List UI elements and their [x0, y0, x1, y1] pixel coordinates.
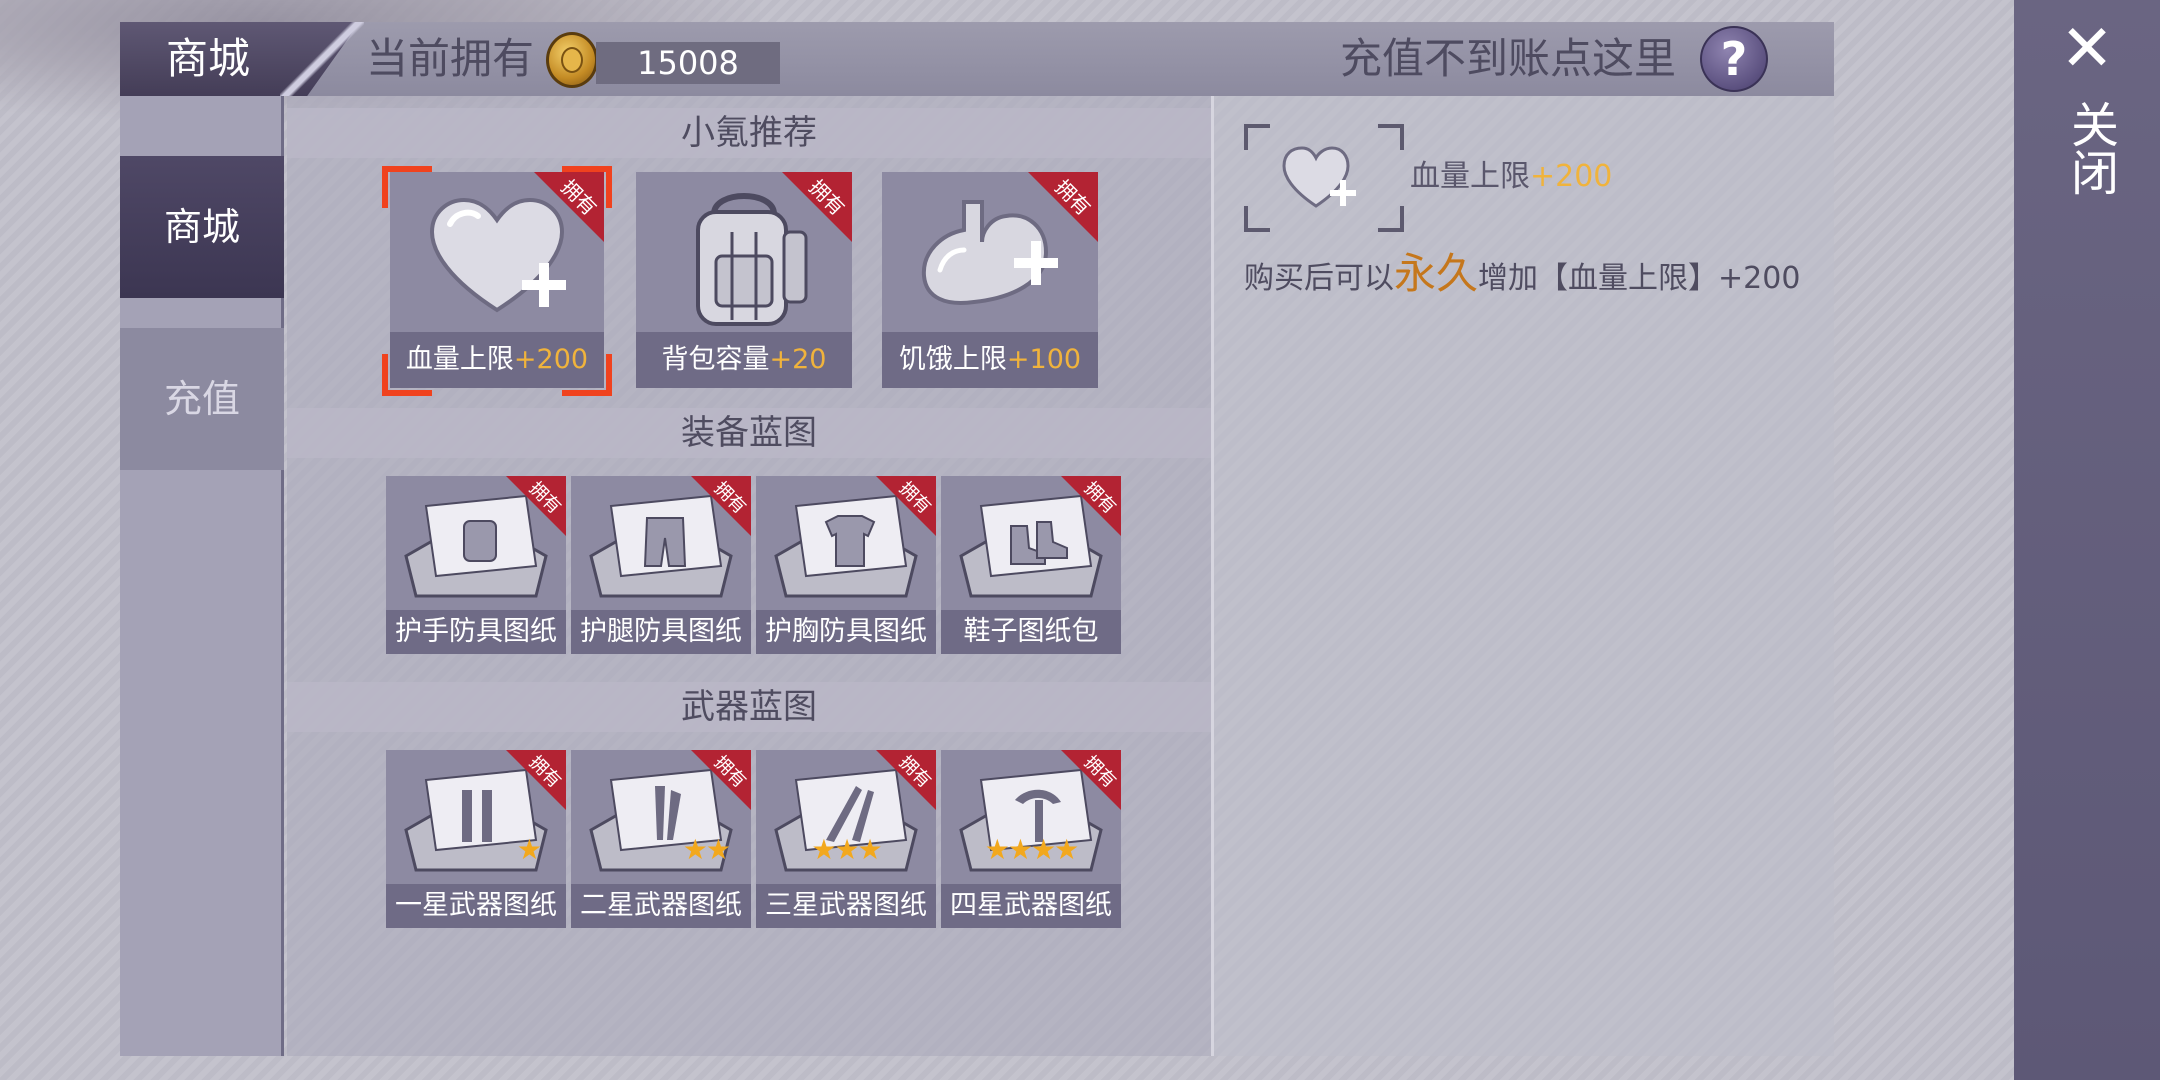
item-label: 护胸防具图纸 — [756, 610, 936, 654]
detail-frame-corner — [1244, 124, 1270, 150]
selection-corner-tl — [382, 166, 432, 208]
recharge-issue-link[interactable]: 充值不到账点这里 — [1340, 30, 1676, 88]
item-label: 护手防具图纸 — [386, 610, 566, 654]
detail-description: 购买后可以永久增加【血量上限】+200 — [1244, 249, 1801, 298]
section-title-weapons: 武器蓝图 — [287, 682, 1211, 732]
shop-item-gloves-blueprint[interactable]: 拥有 护手防具图纸 — [386, 476, 566, 654]
close-button-label[interactable]: 关闭 — [2058, 100, 2118, 196]
star-rating: ★★ — [682, 833, 731, 866]
item-detail-panel — [1214, 96, 1834, 1056]
shop-item-weapon-1star[interactable]: 拥有 ★ 一星武器图纸 — [386, 750, 566, 928]
heart-plus-icon — [1282, 146, 1356, 208]
item-label: 饥饿上限+100 — [882, 332, 1098, 388]
gold-coin-icon — [546, 32, 598, 88]
shop-item-shoes-blueprint[interactable]: 拥有 鞋子图纸包 — [941, 476, 1121, 654]
shop-item-backpack[interactable]: 拥有 背包容量+20 — [636, 172, 852, 388]
item-label: 二星武器图纸 — [571, 884, 751, 928]
section-title-recommend: 小氪推荐 — [287, 108, 1211, 158]
selection-corner-br — [562, 354, 612, 396]
help-button[interactable]: ? — [1700, 26, 1768, 92]
shop-item-weapon-3star[interactable]: 拥有 ★★★ 三星武器图纸 — [756, 750, 936, 928]
selection-corner-bl — [382, 354, 432, 396]
section-title-equipment: 装备蓝图 — [287, 408, 1211, 458]
item-label: 背包容量+20 — [636, 332, 852, 388]
item-label: 一星武器图纸 — [386, 884, 566, 928]
detail-frame-corner — [1378, 124, 1404, 150]
item-label: 四星武器图纸 — [941, 884, 1121, 928]
shop-item-weapon-4star[interactable]: 拥有 ★★★★ 四星武器图纸 — [941, 750, 1121, 928]
close-x-icon[interactable]: ✕ — [2054, 14, 2120, 84]
shop-item-pants-blueprint[interactable]: 拥有 护腿防具图纸 — [571, 476, 751, 654]
coin-amount: 15008 — [596, 42, 780, 84]
detail-frame-corner — [1378, 206, 1404, 232]
detail-item-name: 血量上限+200 — [1410, 159, 1613, 194]
owned-label: 当前拥有 — [366, 34, 535, 83]
star-rating: ★ — [516, 833, 542, 866]
item-label: 鞋子图纸包 — [941, 610, 1121, 654]
shop-item-hunger-limit[interactable]: 拥有 饥饿上限+100 — [882, 172, 1098, 388]
tab-recharge[interactable]: 充值 — [120, 328, 284, 470]
detail-frame-corner — [1244, 206, 1270, 232]
star-rating: ★★★★ — [984, 833, 1079, 866]
shop-item-chest-blueprint[interactable]: 拥有 护胸防具图纸 — [756, 476, 936, 654]
star-rating: ★★★ — [811, 833, 882, 866]
shop-item-weapon-2star[interactable]: 拥有 ★★ 二星武器图纸 — [571, 750, 751, 928]
item-label: 三星武器图纸 — [756, 884, 936, 928]
selection-corner-tr — [562, 166, 612, 208]
tab-shop[interactable]: 商城 — [120, 156, 284, 298]
item-label: 护腿防具图纸 — [571, 610, 751, 654]
page-title: 商城 — [165, 34, 250, 83]
